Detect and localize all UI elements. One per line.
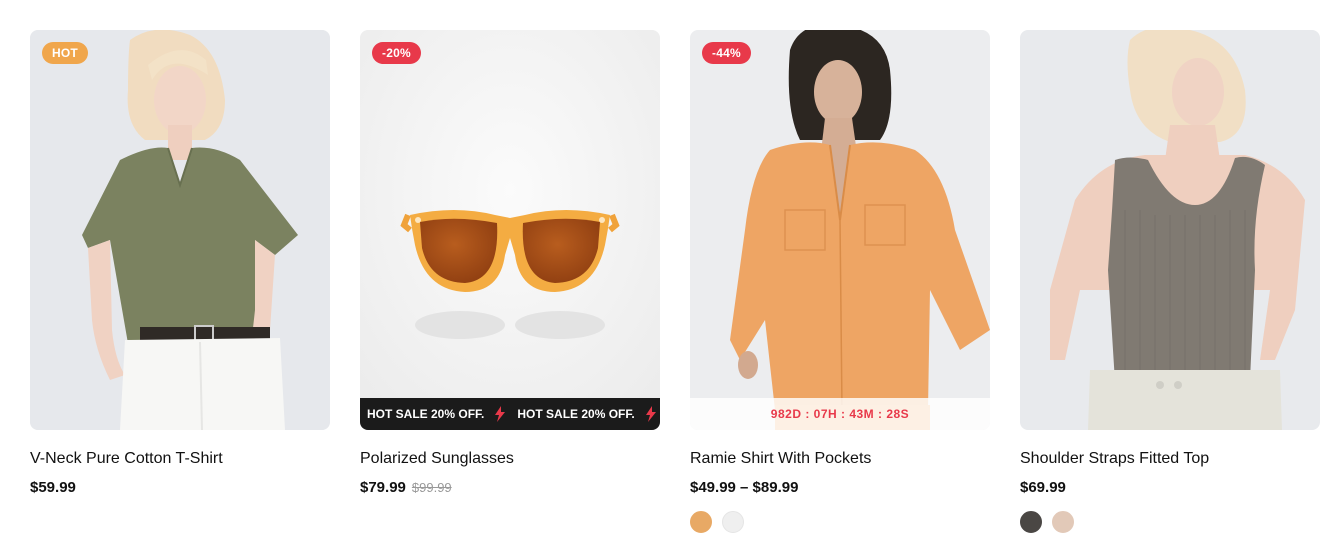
product-name[interactable]: Polarized Sunglasses [360, 449, 660, 469]
product-card[interactable]: Shoulder Straps Fitted Top $69.99 [1020, 30, 1320, 533]
price-row: $59.99 [30, 478, 330, 498]
lightning-bolt-icon [645, 406, 656, 422]
marquee-item: HOT SALE 20% OFF. [510, 406, 660, 422]
woman-grey-tank-top-photo [1020, 30, 1320, 430]
price-row: $79.99 $99.99 [360, 478, 660, 498]
product-image[interactable] [1020, 30, 1320, 430]
woman-olive-tshirt-photo [30, 30, 330, 430]
product-name[interactable]: V-Neck Pure Cotton T-Shirt [30, 449, 330, 469]
discount-badge: -20% [372, 42, 421, 64]
product-price: $79.99 [360, 479, 406, 496]
product-price: $59.99 [30, 479, 76, 496]
color-swatches [1020, 511, 1320, 533]
product-price: $69.99 [1020, 479, 1066, 496]
hot-badge: HOT [42, 42, 88, 64]
product-name[interactable]: Shoulder Straps Fitted Top [1020, 449, 1320, 469]
color-swatches [690, 511, 990, 533]
product-card[interactable]: -20% HOT SALE 20% OFF. HOT SALE 20% OFF.… [360, 30, 660, 498]
product-name[interactable]: Ramie Shirt With Pockets [690, 449, 990, 469]
product-card[interactable]: -44% 982D : 07H : 43M : 28S Ramie Shirt … [690, 30, 990, 533]
product-card[interactable]: HOT V-Neck Pure Cotton T-Shirt $59.99 [30, 30, 330, 498]
hot-sale-marquee: HOT SALE 20% OFF. HOT SALE 20% OFF. [360, 398, 660, 430]
lightning-bolt-icon [495, 406, 506, 422]
price-row: $49.99 – $89.99 [690, 478, 990, 498]
product-price-range: $49.99 – $89.99 [690, 479, 799, 496]
product-image[interactable]: HOT [30, 30, 330, 430]
woman-orange-shirt-photo [690, 30, 990, 430]
amber-sunglasses-photo [360, 30, 660, 430]
color-swatch-orange[interactable] [690, 511, 712, 533]
product-image[interactable]: -20% HOT SALE 20% OFF. HOT SALE 20% OFF. [360, 30, 660, 430]
countdown-timer: 982D : 07H : 43M : 28S [690, 398, 990, 430]
marquee-item: HOT SALE 20% OFF. [360, 406, 510, 422]
color-swatch-white[interactable] [722, 511, 744, 533]
color-swatch-beige[interactable] [1052, 511, 1074, 533]
product-grid: HOT V-Neck Pure Cotton T-Shirt $59.99 -2… [0, 0, 1339, 552]
original-price: $99.99 [411, 480, 452, 495]
color-swatch-dark-grey[interactable] [1020, 511, 1042, 533]
price-row: $69.99 [1020, 478, 1320, 498]
discount-badge: -44% [702, 42, 751, 64]
product-image[interactable]: -44% 982D : 07H : 43M : 28S [690, 30, 990, 430]
